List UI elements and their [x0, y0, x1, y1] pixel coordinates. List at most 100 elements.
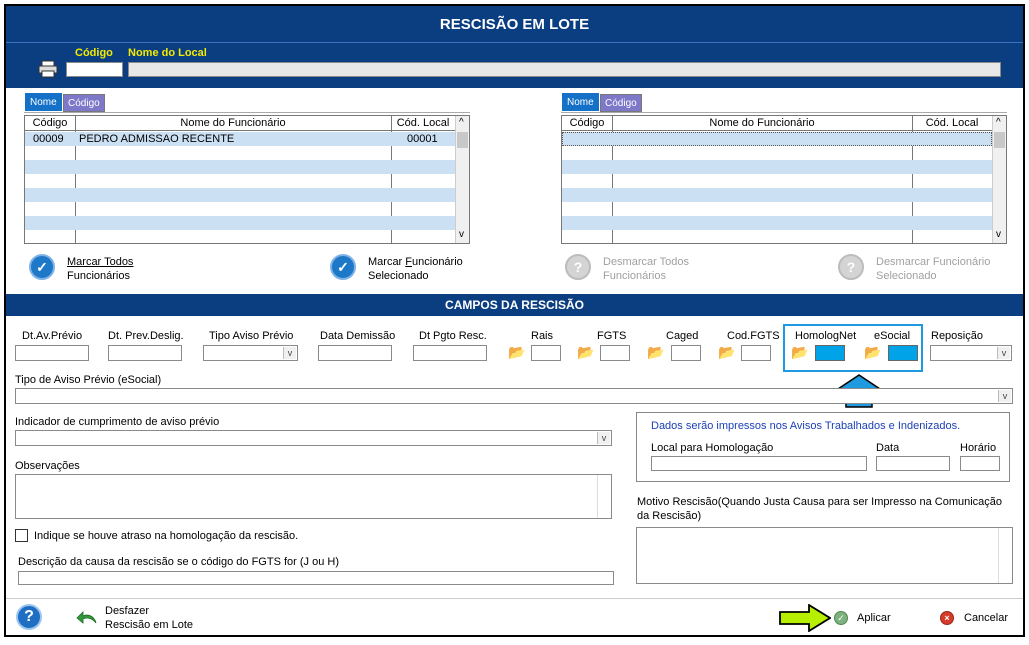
- right-tab-codigo[interactable]: Código: [600, 94, 642, 112]
- aplicar-check-icon[interactable]: ✓: [834, 611, 848, 625]
- descricao-causa-input[interactable]: [18, 571, 614, 585]
- tipo-aviso-esocial-select[interactable]: v: [15, 388, 1013, 404]
- table-row[interactable]: [562, 132, 992, 146]
- horario-label: Horário: [960, 442, 997, 454]
- observacoes-label: Observações: [15, 460, 80, 472]
- marcar-todos-icon[interactable]: ✓: [29, 254, 55, 280]
- chevron-down-icon[interactable]: v: [997, 347, 1010, 359]
- esocial-label: eSocial: [874, 330, 911, 342]
- fgts-folder-icon[interactable]: 📂: [577, 345, 594, 359]
- caged-label: Caged: [666, 330, 699, 342]
- motivo-rescisao-textarea[interactable]: [636, 527, 1013, 584]
- desmarcar-todos-button[interactable]: Desmarcar Todos Funcionários: [603, 255, 689, 283]
- esocial-folder-icon[interactable]: 📂: [864, 345, 881, 359]
- marcar-todos-button[interactable]: Marcar Todos Funcionários: [67, 255, 133, 283]
- right-tab-nome[interactable]: Nome: [562, 93, 599, 111]
- dados-impressos-note: Dados serão impressos nos Avisos Trabalh…: [651, 420, 961, 432]
- desfazer-button[interactable]: Desfazer Rescisão em Lote: [105, 604, 193, 632]
- indicador-cumprimento-label: Indicador de cumprimento de aviso prévio: [15, 416, 220, 428]
- tipo-aviso-previo-select[interactable]: v: [203, 345, 298, 361]
- marcar-funcionario-button[interactable]: Marcar Funcionário Selecionado: [368, 255, 463, 283]
- right-col-nome[interactable]: Nome do Funcionário: [612, 117, 912, 129]
- homolognet-folder-icon[interactable]: 📂: [791, 345, 808, 359]
- row-codigo: 00009: [33, 133, 64, 145]
- homolognet-label: HomologNet: [795, 330, 857, 342]
- left-tab-nome[interactable]: Nome: [25, 93, 62, 111]
- tipo-aviso-esocial-label: Tipo de Aviso Prévio (eSocial): [15, 374, 162, 386]
- cod-fgts-input[interactable]: [741, 345, 771, 361]
- dt-pgto-resc-label: Dt Pgto Resc.: [419, 330, 487, 342]
- rais-label: Rais: [531, 330, 554, 342]
- fgts-input[interactable]: [600, 345, 630, 361]
- annotation-right-arrow-icon: [779, 603, 832, 633]
- scroll-down-icon[interactable]: v: [459, 229, 464, 240]
- desmarcar-todos-icon[interactable]: ?: [565, 254, 591, 280]
- left-col-codigo[interactable]: Código: [25, 117, 75, 129]
- desmarcar-funcionario-button[interactable]: Desmarcar Funcionário Selecionado: [876, 255, 990, 283]
- cod-fgts-label: Cod.FGTS: [727, 330, 780, 342]
- right-employee-grid: Código Nome do Funcionário Cód. Local ^ …: [561, 115, 1007, 244]
- nome-local-label: Nome do Local: [128, 47, 207, 59]
- window-title: RESCISÃO EM LOTE: [6, 6, 1023, 42]
- atraso-homologacao-checkbox[interactable]: [15, 529, 28, 542]
- dt-pgto-resc-input[interactable]: [413, 345, 487, 361]
- chevron-down-icon[interactable]: v: [998, 390, 1011, 402]
- tipo-aviso-previo-label: Tipo Aviso Prévio: [209, 330, 294, 342]
- undo-icon[interactable]: [76, 610, 98, 626]
- right-grid-header: Código Nome do Funcionário Cód. Local: [562, 116, 992, 131]
- printer-icon[interactable]: [38, 60, 58, 78]
- descricao-causa-label: Descrição da causa da rescisão se o códi…: [18, 556, 339, 568]
- left-col-cod-local[interactable]: Cód. Local: [391, 117, 455, 129]
- local-homologacao-input[interactable]: [651, 456, 867, 471]
- indicador-cumprimento-select[interactable]: v: [15, 430, 612, 446]
- desmarcar-funcionario-icon[interactable]: ?: [838, 254, 864, 280]
- motivo-rescisao-scrollbar[interactable]: [998, 528, 1012, 583]
- observacoes-scrollbar[interactable]: [597, 475, 611, 518]
- scroll-up-icon[interactable]: ^: [996, 117, 1001, 128]
- rais-folder-icon[interactable]: 📂: [508, 345, 525, 359]
- cancelar-close-icon[interactable]: ×: [940, 611, 954, 625]
- marcar-funcionario-icon[interactable]: ✓: [330, 254, 356, 280]
- dt-av-previo-input[interactable]: [15, 345, 89, 361]
- nome-local-input[interactable]: [128, 62, 1001, 77]
- right-col-cod-local[interactable]: Cód. Local: [912, 117, 992, 129]
- left-tab-codigo[interactable]: Código: [63, 94, 105, 112]
- chevron-down-icon[interactable]: v: [283, 347, 296, 359]
- data-label: Data: [876, 442, 900, 454]
- row-nome: PEDRO ADMISSAO RECENTE: [79, 133, 235, 145]
- cancelar-button[interactable]: Cancelar: [964, 612, 1008, 624]
- caged-input[interactable]: [671, 345, 701, 361]
- observacoes-textarea[interactable]: [15, 474, 612, 519]
- help-icon[interactable]: ?: [16, 604, 42, 630]
- left-employee-grid: Código Nome do Funcionário Cód. Local 00…: [24, 115, 470, 244]
- right-grid-scrollbar[interactable]: ^ v: [992, 116, 1006, 243]
- rais-input[interactable]: [531, 345, 561, 361]
- reposicao-select[interactable]: v: [930, 345, 1012, 361]
- caged-folder-icon[interactable]: 📂: [647, 345, 664, 359]
- row-cod-local: 00001: [407, 133, 438, 145]
- data-demissao-label: Data Demissão: [320, 330, 396, 342]
- local-homologacao-label: Local para Homologação: [651, 442, 774, 454]
- chevron-down-icon[interactable]: v: [597, 432, 610, 444]
- cod-fgts-folder-icon[interactable]: 📂: [718, 345, 735, 359]
- dt-av-previo-label: Dt.Av.Prévio: [22, 330, 83, 342]
- data-demissao-input[interactable]: [318, 345, 392, 361]
- left-grid-scrollbar[interactable]: ^ v: [455, 116, 469, 243]
- left-col-nome[interactable]: Nome do Funcionário: [75, 117, 391, 129]
- scroll-up-icon[interactable]: ^: [459, 117, 464, 128]
- dt-prev-deslig-input[interactable]: [108, 345, 182, 361]
- campos-rescisao-header: CAMPOS DA RESCISÃO: [6, 294, 1023, 316]
- data-homologacao-input[interactable]: [876, 456, 950, 471]
- motivo-rescisao-label: Motivo Rescisão(Quando Justa Causa para …: [637, 496, 1003, 522]
- right-col-codigo[interactable]: Código: [562, 117, 612, 129]
- codigo-input[interactable]: [66, 62, 123, 77]
- homolognet-input[interactable]: [815, 345, 845, 361]
- fgts-label: FGTS: [597, 330, 627, 342]
- table-row[interactable]: 00009 PEDRO ADMISSAO RECENTE 00001: [25, 132, 455, 146]
- aplicar-button[interactable]: Aplicar: [857, 612, 891, 624]
- codigo-label: Código: [75, 47, 113, 59]
- horario-input[interactable]: [960, 456, 1000, 471]
- atraso-homologacao-label: Indique se houve atraso na homologação d…: [34, 530, 299, 542]
- scroll-down-icon[interactable]: v: [996, 229, 1001, 240]
- esocial-input[interactable]: [888, 345, 918, 361]
